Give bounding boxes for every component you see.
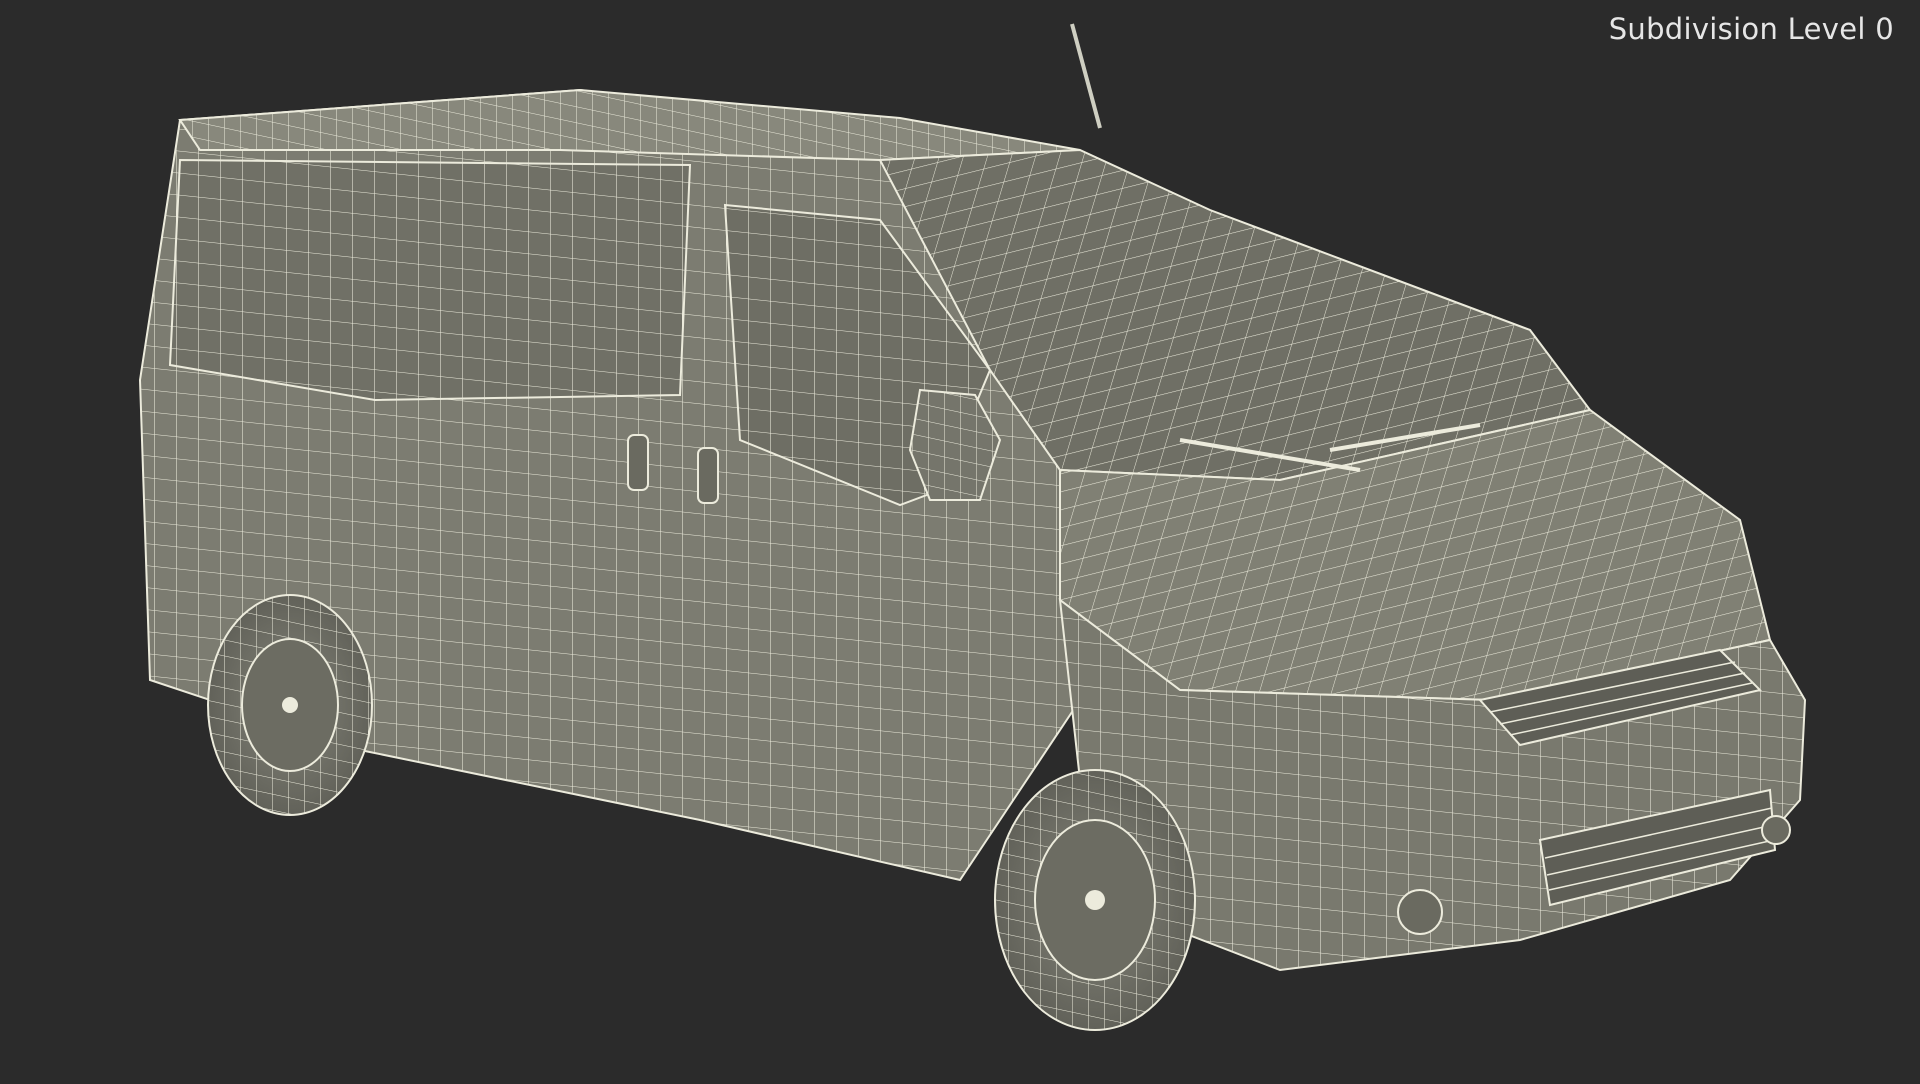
antenna — [1070, 23, 1102, 129]
front-wheel — [994, 769, 1196, 1031]
subdivision-level-label: Subdivision Level 0 — [1608, 12, 1894, 46]
van-roof — [178, 88, 1081, 162]
render-viewport — [0, 0, 1920, 1080]
van-wireframe-render — [138, 23, 1807, 1031]
door-handle — [627, 434, 649, 491]
fog-light — [1761, 815, 1791, 845]
side-window-rear — [168, 158, 692, 402]
door-handle — [697, 447, 719, 504]
fog-light — [1397, 889, 1443, 935]
rear-wheel — [207, 594, 373, 816]
